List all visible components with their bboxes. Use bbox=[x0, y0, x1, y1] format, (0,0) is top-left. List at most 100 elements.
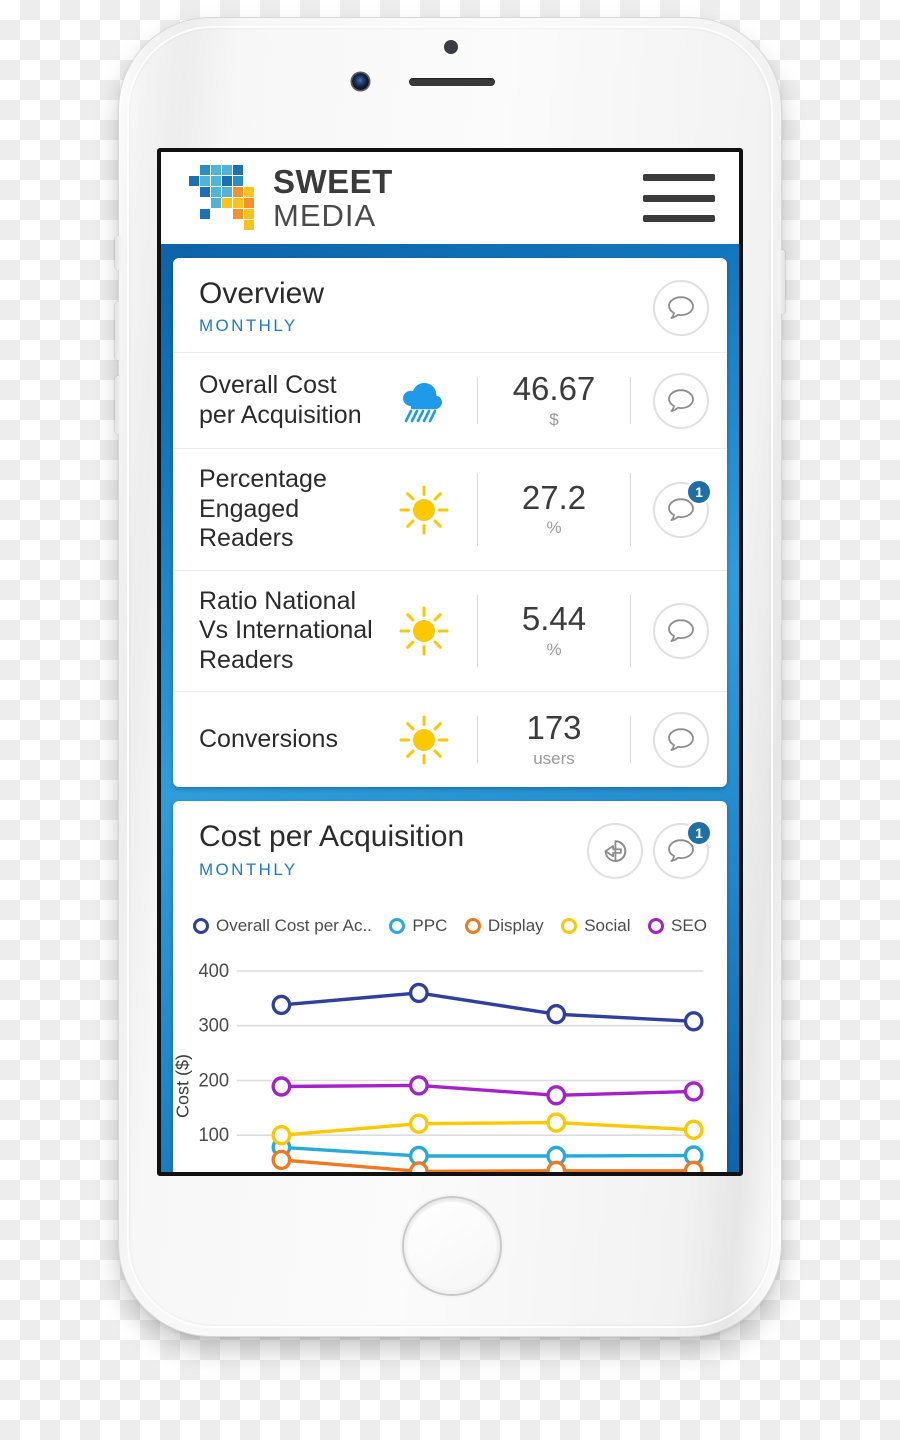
metric-value: 173 bbox=[526, 709, 582, 747]
overview-header-actions bbox=[653, 278, 709, 336]
metric-divider bbox=[630, 473, 631, 546]
legend-item[interactable]: PPC bbox=[389, 916, 447, 936]
series-point[interactable] bbox=[546, 1084, 567, 1106]
series-point[interactable] bbox=[271, 1076, 292, 1097]
metric-comment-button[interactable]: 1 bbox=[653, 478, 712, 538]
series-point[interactable] bbox=[546, 1112, 567, 1133]
metric-divider bbox=[477, 716, 478, 764]
logo-tile bbox=[244, 187, 254, 197]
pie-arrow-icon bbox=[604, 840, 627, 863]
metric-action bbox=[645, 603, 709, 660]
series-point[interactable] bbox=[408, 1160, 429, 1176]
front-camera-icon bbox=[352, 73, 369, 90]
metric-comment-button[interactable] bbox=[653, 603, 709, 660]
series-point[interactable] bbox=[271, 1124, 292, 1146]
brand-logo[interactable]: SWEET MEDIA bbox=[189, 165, 393, 231]
metric-value: 27.2 bbox=[521, 478, 587, 516]
y-axis-tick-label: 100 bbox=[198, 1124, 229, 1145]
metric-unit: $ bbox=[549, 409, 559, 429]
series-point[interactable] bbox=[683, 1010, 704, 1032]
silent-switch[interactable] bbox=[115, 236, 122, 270]
power-button[interactable] bbox=[778, 250, 785, 314]
y-axis-tick-label: 400 bbox=[198, 960, 229, 981]
series-point[interactable] bbox=[408, 1074, 429, 1096]
legend-label: Overall Cost per Ac.. bbox=[216, 915, 372, 935]
chart-plot-area[interactable]: 100 200 300 400 Cost ($) bbox=[173, 946, 727, 1176]
metric-label: Percentage Engaged Readers bbox=[199, 465, 327, 553]
logo-tile bbox=[233, 187, 243, 197]
metric-row[interactable]: Overall Cost per Acquisition 46.67 $ bbox=[173, 352, 727, 448]
metric-value-group: 5.44 % bbox=[492, 602, 616, 660]
cpa-comment-button[interactable]: 1 bbox=[653, 820, 712, 880]
logo-tile bbox=[244, 209, 254, 219]
metric-divider bbox=[477, 473, 478, 546]
series-point[interactable] bbox=[546, 1160, 567, 1176]
metric-action bbox=[645, 372, 709, 429]
cpa-drilldown-button[interactable] bbox=[587, 823, 643, 880]
line-chart: 100 200 300 400 Cost ($) bbox=[173, 960, 704, 1176]
cpa-title-group: Cost per Acquisition MONTHLY bbox=[199, 820, 464, 879]
series-point[interactable] bbox=[271, 1149, 292, 1170]
metric-label: Conversions bbox=[199, 725, 338, 754]
logo-tile bbox=[200, 187, 210, 197]
metric-value: 46.67 bbox=[512, 370, 596, 408]
logo-tile bbox=[222, 165, 232, 175]
logo-tile bbox=[211, 176, 221, 186]
home-button[interactable] bbox=[404, 1198, 500, 1294]
overview-title: Overview bbox=[199, 277, 325, 310]
overview-title-group: Overview MONTHLY bbox=[199, 277, 325, 336]
metric-row[interactable]: Percentage Engaged Readers 27.2 % 1 bbox=[173, 448, 727, 570]
earpiece-speaker bbox=[409, 78, 495, 86]
series-line bbox=[279, 1120, 696, 1137]
cpa-header-actions: 1 bbox=[587, 820, 712, 880]
series-point[interactable] bbox=[683, 1160, 704, 1176]
metric-unit: users bbox=[533, 748, 575, 768]
logo-tile bbox=[244, 220, 254, 230]
metric-comment-button[interactable] bbox=[653, 711, 709, 768]
series-point[interactable] bbox=[683, 1119, 704, 1140]
metric-value-group: 27.2 % bbox=[492, 478, 616, 539]
hamburger-bar-1 bbox=[643, 174, 715, 181]
legend-item[interactable]: Overall Cost per Ac.. bbox=[193, 916, 372, 936]
metric-divider bbox=[630, 716, 631, 764]
logo-tile bbox=[211, 198, 221, 208]
logo-tile bbox=[222, 176, 232, 186]
metric-row[interactable]: Ratio National Vs International Readers … bbox=[173, 569, 727, 692]
metric-action: 1 bbox=[645, 478, 712, 538]
logo-tile bbox=[233, 165, 243, 175]
sun-icon bbox=[399, 715, 449, 765]
legend-marker-icon bbox=[561, 917, 578, 934]
overview-comment-button[interactable] bbox=[653, 280, 709, 336]
volume-down-button[interactable] bbox=[115, 376, 122, 434]
legend-label: Social bbox=[584, 915, 631, 935]
metric-divider bbox=[477, 377, 478, 425]
logo-tile bbox=[200, 176, 210, 186]
hamburger-icon[interactable] bbox=[643, 174, 715, 222]
series-point[interactable] bbox=[408, 1113, 429, 1134]
metric-value: 5.44 bbox=[521, 600, 587, 638]
y-axis-label: Cost ($) bbox=[173, 1054, 192, 1118]
logo-tile bbox=[233, 198, 243, 208]
series-point[interactable] bbox=[683, 1080, 704, 1102]
legend-marker-icon bbox=[648, 917, 665, 934]
logo-tile bbox=[222, 187, 232, 197]
legend-item[interactable]: SEO bbox=[648, 916, 707, 936]
legend-label: Display bbox=[487, 915, 544, 935]
sun-icon bbox=[399, 606, 449, 656]
series-line bbox=[279, 1157, 696, 1172]
legend-item[interactable]: Social bbox=[561, 915, 631, 936]
logo-tile bbox=[233, 209, 243, 219]
metric-row[interactable]: Conversions 173 users bbox=[173, 691, 727, 787]
app-header: SWEET MEDIA bbox=[161, 152, 739, 244]
series-point[interactable] bbox=[546, 1003, 567, 1025]
brand-name-top: SWEET bbox=[273, 163, 393, 200]
series-point[interactable] bbox=[271, 994, 292, 1015]
series-point[interactable] bbox=[408, 982, 429, 1003]
logo-tile bbox=[222, 198, 232, 208]
volume-up-button[interactable] bbox=[115, 302, 122, 360]
legend-item[interactable]: Display bbox=[464, 915, 544, 936]
legend-marker-icon bbox=[464, 917, 481, 934]
sweet-media-mosaic-logo-icon bbox=[189, 165, 261, 231]
overview-card-header: Overview MONTHLY bbox=[173, 258, 727, 352]
metric-comment-button[interactable] bbox=[653, 372, 709, 429]
